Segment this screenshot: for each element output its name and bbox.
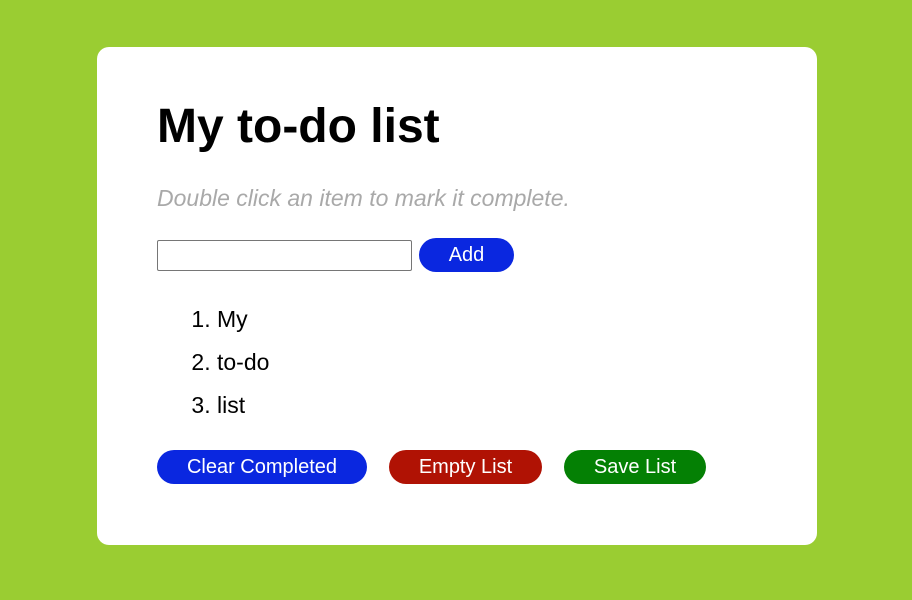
- empty-list-button[interactable]: Empty List: [389, 450, 542, 484]
- save-list-button[interactable]: Save List: [564, 450, 706, 484]
- todo-item[interactable]: to-do: [217, 344, 269, 387]
- add-button[interactable]: Add: [419, 238, 514, 272]
- page-title: My to-do list: [157, 100, 440, 153]
- todo-item[interactable]: My: [217, 301, 269, 344]
- todo-item[interactable]: list: [217, 387, 269, 430]
- todo-card: My to-do list Double click an item to ma…: [97, 47, 817, 545]
- instructions-text: Double click an item to mark it complete…: [157, 185, 570, 211]
- clear-completed-button[interactable]: Clear Completed: [157, 450, 367, 484]
- new-item-input[interactable]: [157, 240, 412, 271]
- todo-list: My to-do list: [157, 301, 269, 430]
